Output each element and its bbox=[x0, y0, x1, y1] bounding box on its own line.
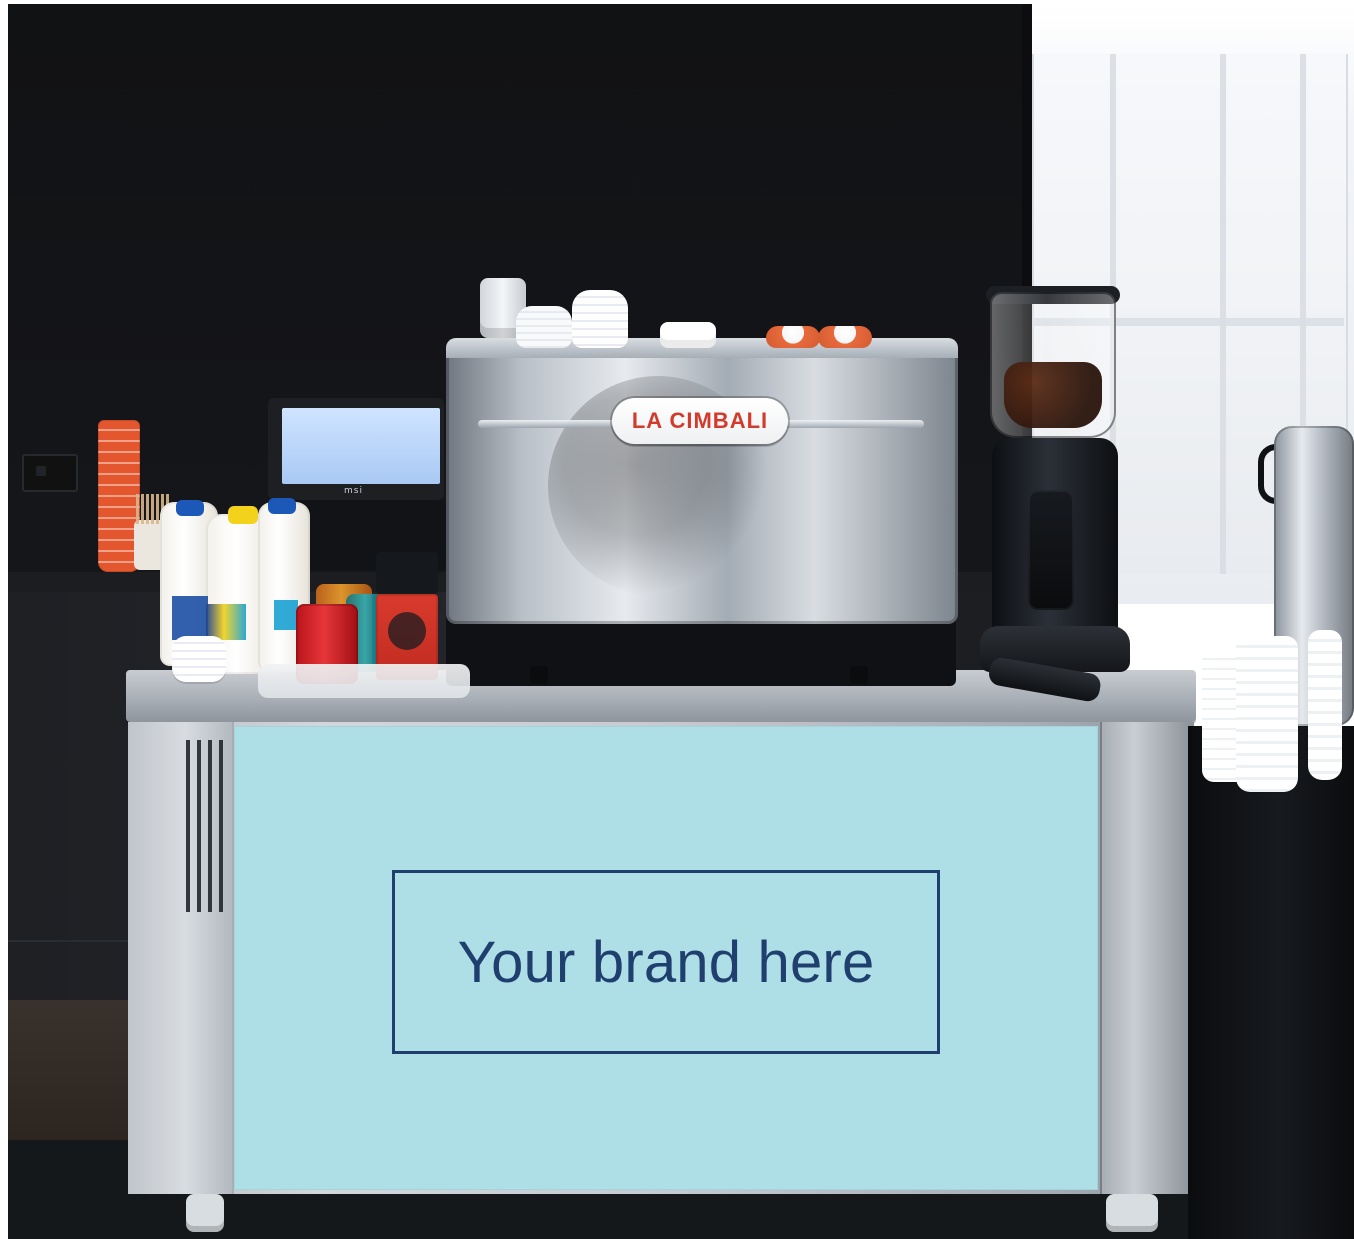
brand-panel-text: Your brand here bbox=[457, 929, 875, 995]
bottle-cap bbox=[268, 498, 296, 514]
machine-badge: LA CIMBALI bbox=[612, 398, 788, 444]
coffee-beans bbox=[1004, 362, 1102, 428]
bottle-label bbox=[274, 600, 298, 630]
caster-left bbox=[186, 1194, 224, 1232]
machine-foot bbox=[850, 666, 868, 684]
bottle-label bbox=[206, 604, 246, 640]
grinder-face bbox=[1028, 490, 1074, 610]
laptop-display bbox=[282, 408, 440, 484]
paper-cup-stack bbox=[1308, 630, 1342, 780]
carton-graphic bbox=[388, 612, 426, 650]
side-table bbox=[1188, 726, 1354, 1239]
machine-foot bbox=[530, 666, 548, 684]
cart-vent bbox=[186, 740, 226, 912]
coffee-cart-right-panel bbox=[1100, 722, 1194, 1194]
bottle-cap bbox=[228, 506, 258, 524]
paper-cup-stack bbox=[1236, 636, 1298, 792]
carton-top bbox=[376, 552, 438, 594]
bottle-cap bbox=[176, 500, 204, 516]
photo-scene: msi Your brand here LA CIMBALI bbox=[0, 0, 1354, 1239]
lid-stack bbox=[572, 290, 628, 348]
bottle-label bbox=[172, 596, 208, 640]
wall-socket-switch-icon bbox=[36, 466, 46, 476]
lid-stack bbox=[516, 306, 572, 348]
laptop-logo: msi bbox=[344, 486, 363, 496]
cup-orange bbox=[818, 326, 872, 348]
cup bbox=[660, 322, 716, 348]
wall-socket-icon bbox=[22, 454, 78, 492]
window-post bbox=[1220, 54, 1226, 574]
lid-stack bbox=[172, 636, 226, 682]
caster-right bbox=[1106, 1194, 1158, 1232]
cup-orange bbox=[766, 326, 820, 348]
towel bbox=[258, 664, 470, 698]
